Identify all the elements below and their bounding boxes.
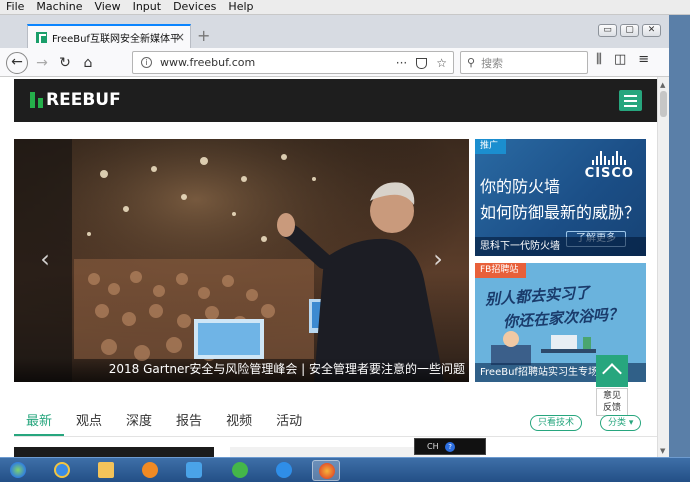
taskbar-cloud[interactable] [270, 460, 298, 481]
cloud-app-icon [276, 462, 292, 478]
ad-badge: FB招聘站 [475, 263, 527, 278]
ad-footer: 思科下一代防火墙 [475, 237, 646, 256]
ime-lang: CH [427, 442, 439, 451]
maximize-button[interactable]: ▢ [620, 24, 639, 37]
minimize-button[interactable]: ▭ [598, 24, 617, 37]
reload-icon[interactable]: ↻ [54, 52, 76, 74]
carousel-next-icon[interactable]: › [423, 245, 453, 273]
firefox-icon [319, 463, 335, 479]
library-icon[interactable]: ⫼ [596, 52, 602, 67]
tab-report[interactable]: 报告 [164, 409, 214, 436]
menu-bar-icon [624, 104, 637, 107]
tab-latest[interactable]: 最新 [14, 409, 65, 436]
scroll-up-icon[interactable]: ▲ [660, 81, 665, 89]
site-info-icon[interactable]: i [141, 57, 152, 68]
search-icon: ⚲ [467, 56, 476, 69]
vm-menu-help[interactable]: Help [222, 0, 259, 14]
desk-illustration [491, 331, 596, 365]
start-button[interactable] [4, 460, 32, 481]
firefox-window: FreeBuf互联网安全新媒体平台 × + ▭ ▢ ✕ ← → ↻ ⌂ i ww… [0, 15, 669, 457]
search-placeholder: 搜索 [481, 56, 504, 70]
menu-bar-icon [624, 99, 637, 102]
ime-help-icon[interactable]: ? [445, 442, 456, 452]
ie-icon [54, 462, 70, 478]
tab-opinion[interactable]: 观点 [64, 409, 114, 436]
tab-strip: FreeBuf互联网安全新媒体平台 × + ▭ ▢ ✕ [0, 15, 669, 48]
scrollbar-thumb[interactable] [660, 91, 667, 117]
menu-icon[interactable]: ≡ [638, 52, 649, 67]
category-dropdown[interactable]: 分类 ▾ [600, 415, 642, 431]
security-app-icon [232, 462, 248, 478]
windows-orb-icon [10, 462, 26, 478]
window-controls: ▭ ▢ ✕ [598, 24, 661, 37]
taskbar-ie[interactable] [48, 460, 76, 481]
ad-headline-1: 你的防火墙 [480, 177, 561, 196]
forward-arrow-icon[interactable]: → [31, 52, 53, 74]
logo-mark-icon-2 [38, 98, 43, 108]
site-menu-button[interactable] [619, 90, 642, 111]
taskbar-bird[interactable] [180, 460, 208, 481]
sidebar-icon[interactable]: ◫ [614, 52, 626, 67]
menu-bar-icon [624, 94, 637, 97]
freebuf-logo[interactable]: REEBUF [30, 90, 121, 110]
url-actions: ··· ☆ [396, 56, 447, 70]
close-window-button[interactable]: ✕ [642, 24, 661, 37]
cisco-logo: CISCO [585, 151, 634, 181]
bookmark-star-icon[interactable]: ☆ [436, 56, 447, 70]
folder-icon [98, 462, 114, 478]
hero-carousel[interactable]: ‹ › 2018 Gartner安全与风险管理峰会 | 安全管理者要注意的一些问… [14, 139, 469, 382]
url-bar[interactable]: i www.freebuf.com ··· ☆ [132, 51, 454, 74]
tab-events[interactable]: 活动 [264, 409, 314, 436]
taskbar-firefox[interactable] [312, 460, 340, 481]
back-arrow-icon[interactable]: ← [6, 52, 28, 74]
scroll-down-icon[interactable]: ▼ [660, 447, 665, 455]
back-to-top-button[interactable] [596, 355, 628, 387]
toolbar-icons: ⫼ ◫ ≡ [596, 52, 649, 67]
vm-menu-machine[interactable]: Machine [30, 0, 88, 14]
cisco-wordmark: CISCO [584, 166, 634, 181]
media-player-icon [142, 462, 158, 478]
vm-menu-input[interactable]: Input [127, 0, 167, 14]
tab-close-icon[interactable]: × [175, 30, 185, 44]
search-input[interactable]: ⚲ 搜索 [460, 51, 588, 74]
ad-headline-2: 如何防御最新的威胁？ [480, 203, 641, 222]
vm-menu-file[interactable]: File [0, 0, 30, 14]
url-text[interactable]: www.freebuf.com [160, 56, 396, 69]
page-actions-icon[interactable]: ··· [396, 56, 407, 70]
home-icon[interactable]: ⌂ [77, 52, 99, 74]
cisco-ad[interactable]: 推广 CISCO 你的防火墙 如何防御最新的威胁？ 了解更多 思科下一代防火墙 [475, 139, 646, 256]
carousel-caption[interactable]: 2018 Gartner安全与风险管理峰会 | 安全管理者要注意的一些问题 [14, 358, 469, 382]
new-tab-button[interactable]: + [197, 26, 210, 45]
conference-photo [14, 139, 469, 382]
tech-only-filter[interactable]: 只看技术 [530, 415, 583, 431]
freebuf-favicon-icon [36, 31, 47, 43]
vm-menu-devices[interactable]: Devices [167, 0, 222, 14]
taskbar-explorer[interactable] [92, 460, 120, 481]
article-thumbnail[interactable] [14, 447, 214, 457]
cisco-bars-icon [585, 151, 634, 165]
taskbar-360[interactable] [226, 460, 254, 481]
ad-badge: 推广 [475, 139, 507, 154]
nav-toolbar: ← → ↻ ⌂ i www.freebuf.com ··· ☆ ⚲ 搜索 ⫼ ◫… [0, 48, 669, 77]
tab-depth[interactable]: 深度 [114, 409, 164, 436]
taskbar [0, 457, 690, 482]
tab-title: FreeBuf互联网安全新媒体平台 [52, 33, 180, 45]
page-viewport: REEBUF ‹ › 2018 Gartner安全与风险管理峰会 | 安全管理者… [0, 77, 669, 457]
tab-video[interactable]: 视频 [214, 409, 264, 436]
carousel-prev-icon[interactable]: ‹ [30, 245, 60, 273]
screen: File Machine View Input Devices Help Fre… [0, 0, 690, 482]
ime-indicator[interactable]: CH ? [414, 438, 486, 455]
logo-mark-icon [30, 92, 35, 108]
site-header: REEBUF [14, 79, 657, 122]
logo-text: REEBUF [46, 90, 121, 110]
pocket-icon[interactable] [416, 57, 428, 69]
bird-app-icon [186, 462, 202, 478]
vm-menu-view[interactable]: View [88, 0, 126, 14]
taskbar-media[interactable] [136, 460, 164, 481]
tab-freebuf[interactable]: FreeBuf互联网安全新媒体平台 × [27, 24, 191, 48]
page-scrollbar[interactable]: ▲ ▼ [657, 77, 669, 457]
vm-menu-bar: File Machine View Input Devices Help [0, 0, 690, 15]
